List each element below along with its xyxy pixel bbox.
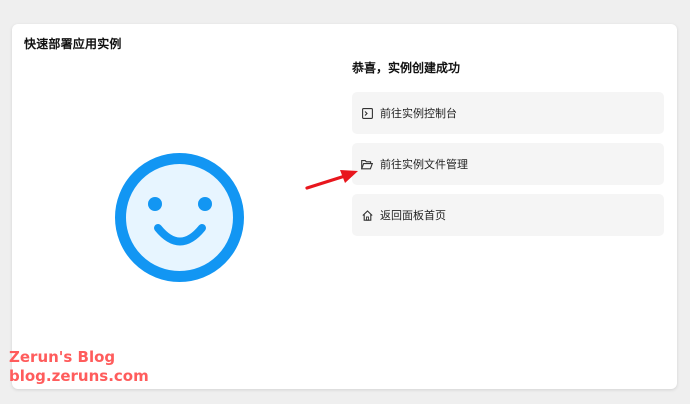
card-title: 快速部署应用实例 — [24, 37, 122, 51]
goto-file-manager-button[interactable]: 前往实例文件管理 — [352, 143, 664, 185]
back-to-home-button[interactable]: 返回面板首页 — [352, 194, 664, 236]
back-to-home-label: 返回面板首页 — [380, 209, 446, 222]
terminal-icon — [361, 107, 373, 119]
folder-open-icon — [361, 158, 373, 170]
red-arrow-annotation — [305, 170, 358, 190]
home-icon — [361, 209, 373, 221]
watermark-title: Zerun's Blog — [9, 348, 116, 366]
success-title: 恭喜，实例创建成功 — [352, 61, 461, 75]
smiley-face-icon — [115, 153, 244, 282]
deploy-card: 快速部署应用实例 恭喜，实例创建成功 前往实例控制台 前往实例文件管理 返回面板… — [12, 24, 677, 389]
goto-console-label: 前往实例控制台 — [380, 107, 457, 120]
watermark-url: blog.zeruns.com — [9, 367, 149, 385]
goto-console-button[interactable]: 前往实例控制台 — [352, 92, 664, 134]
goto-file-manager-label: 前往实例文件管理 — [380, 158, 468, 171]
